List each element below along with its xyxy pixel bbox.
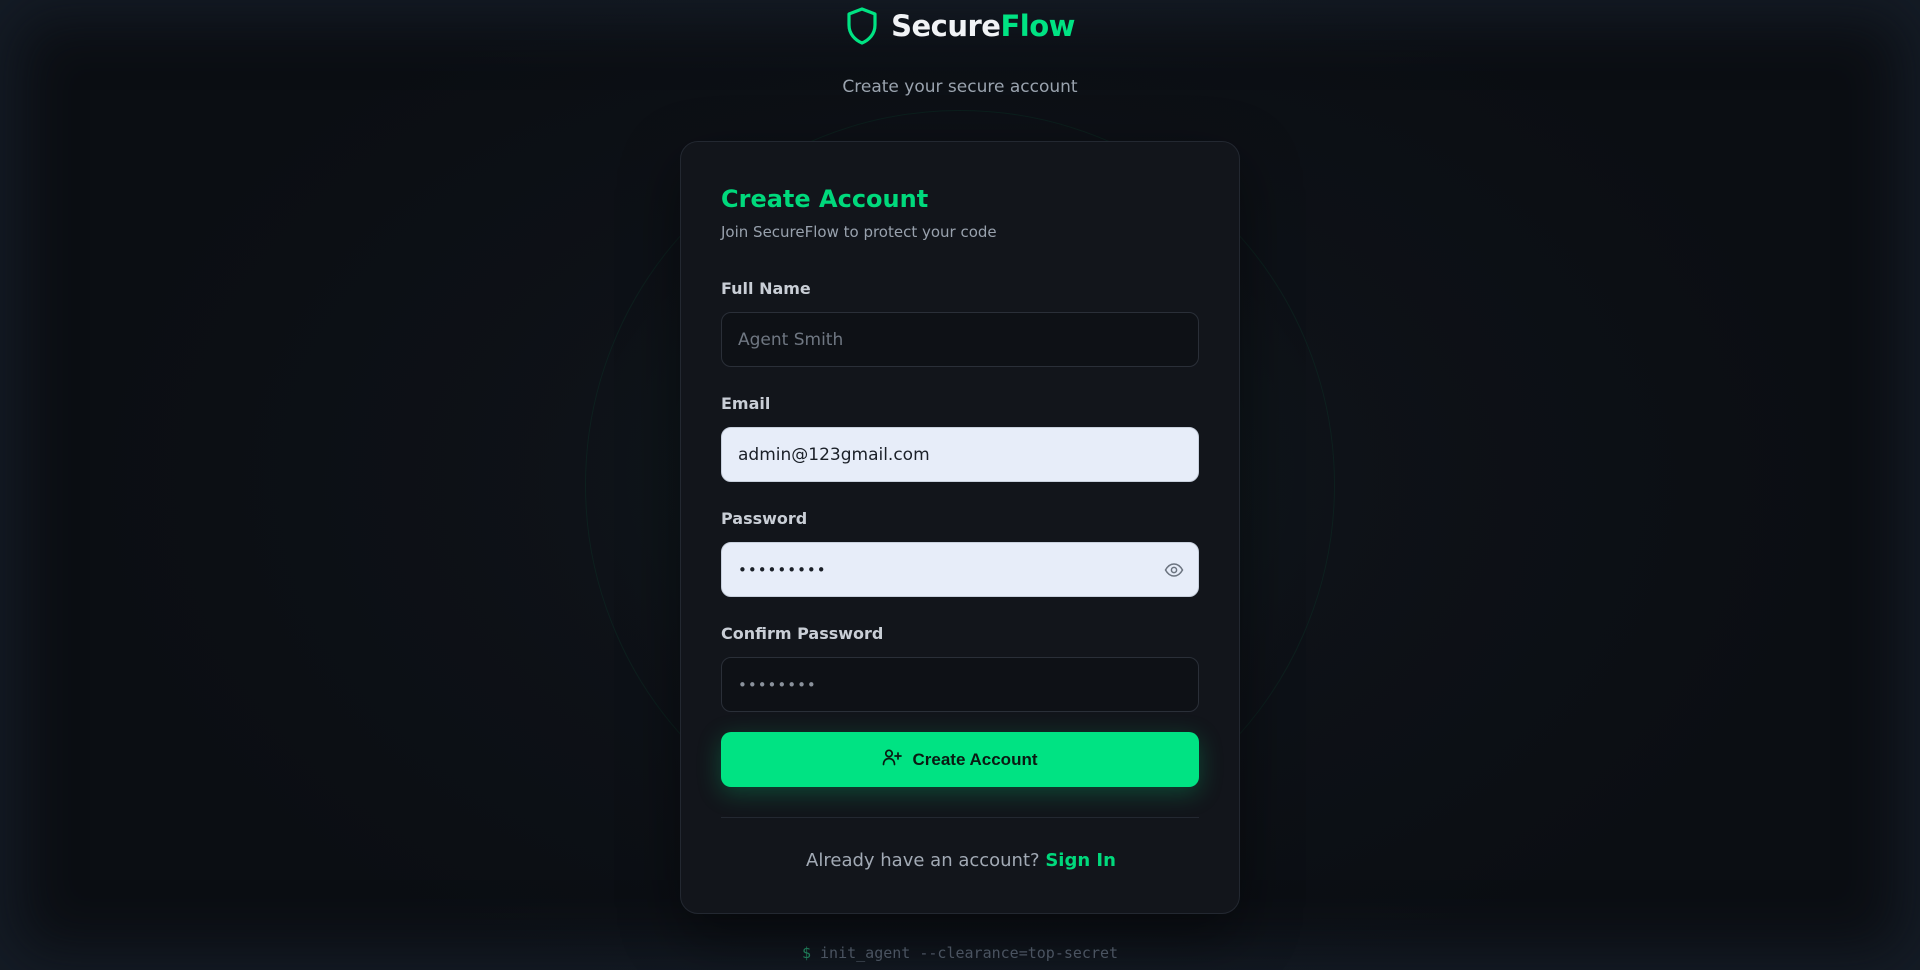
signin-prompt: Already have an account? Sign In (681, 850, 1241, 871)
sign-in-link[interactable]: Sign In (1045, 850, 1116, 871)
confirm-password-input[interactable]: •••••••• (721, 657, 1199, 712)
user-plus-icon (882, 748, 903, 771)
card-subtitle: Join SecureFlow to protect your code (721, 223, 997, 241)
full-name-placeholder: Agent Smith (738, 329, 844, 350)
full-name-input[interactable]: Agent Smith (721, 312, 1199, 367)
create-account-button-label: Create Account (912, 749, 1038, 769)
shield-icon (845, 6, 879, 46)
password-label: Password (721, 509, 808, 528)
create-account-button[interactable]: Create Account (721, 732, 1199, 787)
email-label: Email (721, 394, 771, 413)
signin-prompt-text: Already have an account? (806, 850, 1040, 871)
confirm-password-label: Confirm Password (721, 624, 884, 643)
page-tagline: Create your secure account (842, 77, 1078, 97)
card-title: Create Account (721, 185, 929, 213)
signup-card: Create Account Join SecureFlow to protec… (680, 141, 1240, 914)
terminal-hint: $ init_agent --clearance=top-secret (0, 944, 1920, 962)
brand-name: SecureFlow (891, 9, 1075, 43)
eye-icon[interactable] (1164, 561, 1184, 579)
password-value: ••••••••• (738, 560, 827, 579)
full-name-label: Full Name (721, 279, 811, 298)
email-input[interactable]: admin@123gmail.com (721, 427, 1199, 482)
terminal-command: init_agent --clearance=top-secret (820, 944, 1119, 962)
confirm-password-value: •••••••• (738, 675, 817, 694)
terminal-prompt: $ (801, 944, 811, 962)
password-input[interactable]: ••••••••• (721, 542, 1199, 597)
email-value: admin@123gmail.com (738, 444, 930, 465)
brand-header: SecureFlow (0, 6, 1920, 46)
divider (721, 817, 1199, 818)
